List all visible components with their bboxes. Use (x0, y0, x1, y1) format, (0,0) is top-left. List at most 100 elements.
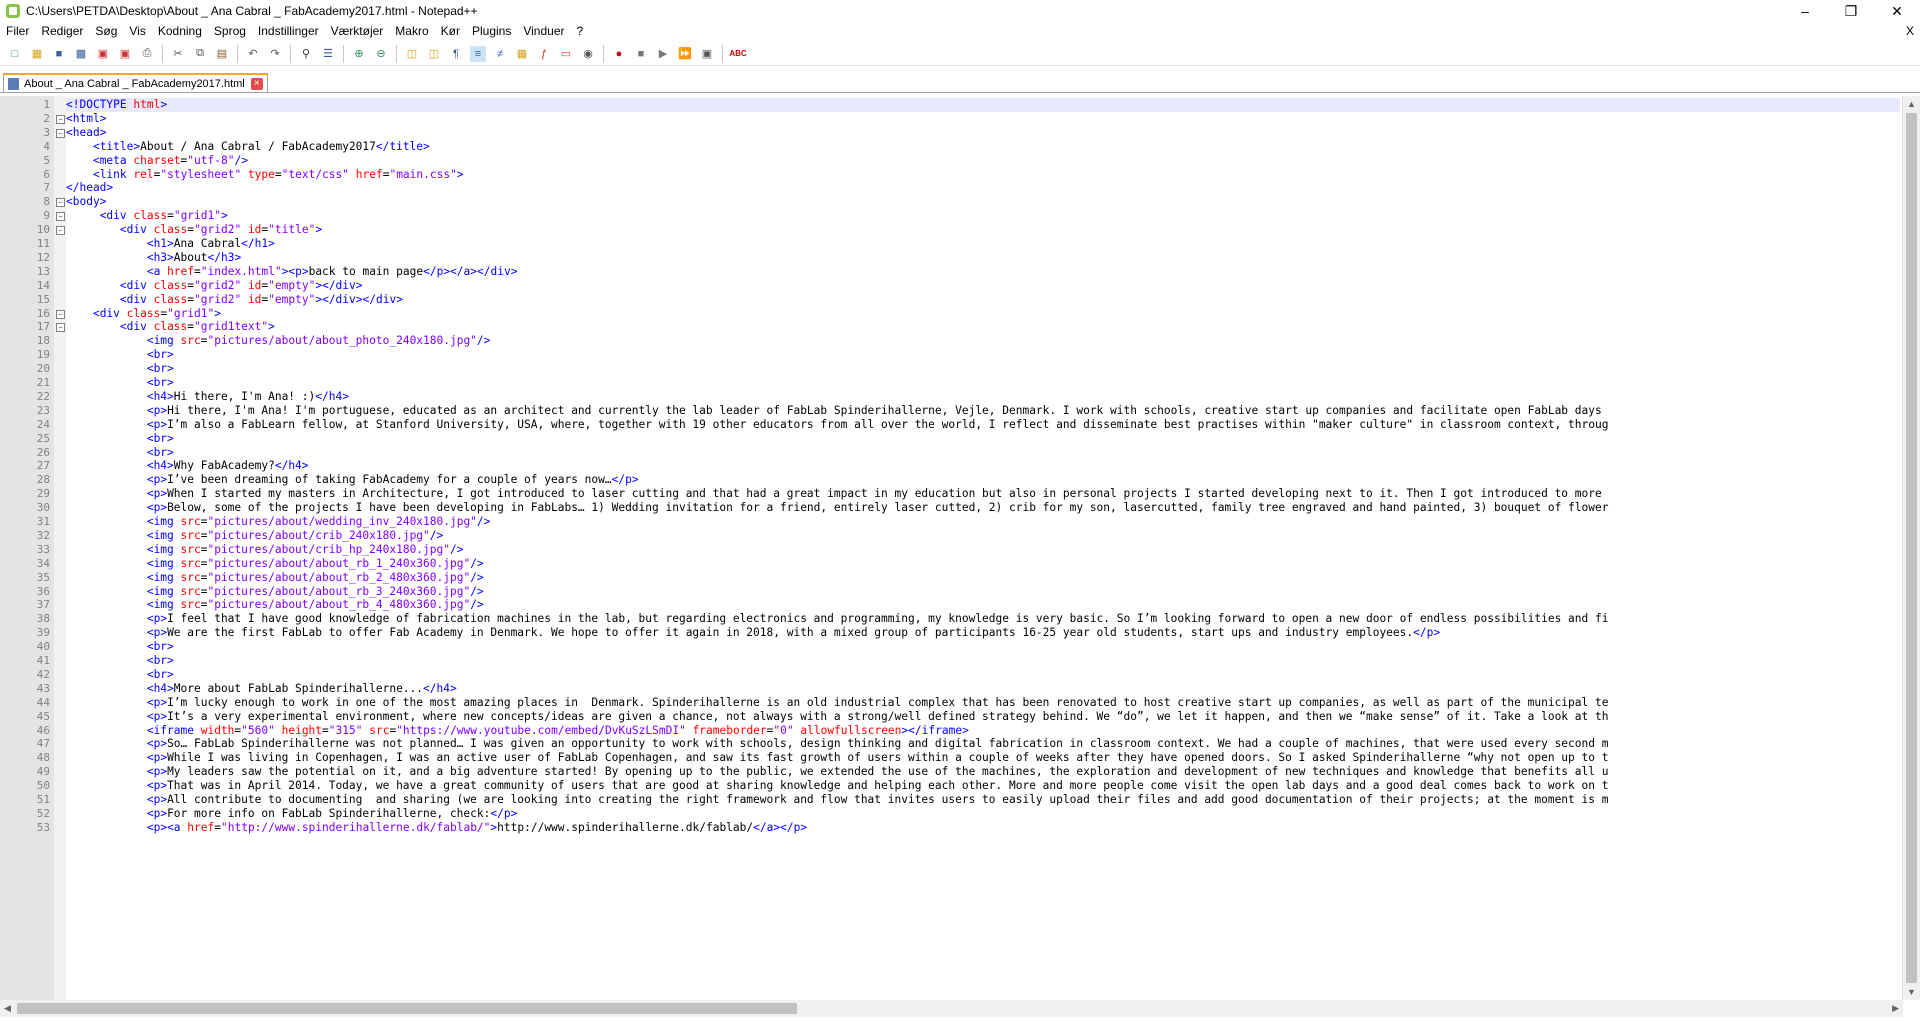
word-wrap-icon[interactable]: ¶ (448, 46, 464, 62)
paste-icon[interactable]: ▤ (214, 46, 230, 62)
code-line[interactable]: <title>About / Ana Cabral / FabAcademy20… (66, 140, 1900, 154)
show-all-chars-icon[interactable]: ≠ (492, 46, 508, 62)
code-line[interactable]: <p>All contribute to documenting and sha… (66, 793, 1900, 807)
folder-workspace-icon[interactable]: ▭ (558, 46, 574, 62)
code-line[interactable]: <br> (66, 432, 1900, 446)
code-line[interactable]: <br> (66, 362, 1900, 376)
save-macro-icon[interactable]: ▣ (699, 46, 715, 62)
code-line[interactable]: <p><a href="http://www.spinderihallerne.… (66, 821, 1900, 835)
code-line[interactable]: <img src="pictures/about/about_rb_4_480x… (66, 598, 1900, 612)
editor[interactable]: 1 2 3 4 5 6 7 8 9 10 11 12 13 14 15 16 17 18 19 20 21 22 23 24 2… (0, 96, 1920, 1000)
code-line[interactable]: <p>We are the first FabLab to offer Fab … (66, 626, 1900, 640)
code-line[interactable]: <body> (66, 195, 1900, 209)
fold-toggle-icon[interactable]: − (56, 114, 65, 124)
new-file-icon[interactable]: □ (7, 46, 23, 62)
menu-search[interactable]: Søg (89, 22, 123, 41)
save-all-icon[interactable]: ▩ (73, 46, 89, 62)
tab-close-icon[interactable]: × (250, 77, 263, 90)
code-area[interactable]: <!DOCTYPE html> <html> <head> <title>About… (66, 96, 1900, 1000)
code-line[interactable]: <div class="grid2" id="empty"></div> (66, 279, 1900, 293)
menu-file[interactable]: Filer (0, 22, 35, 41)
code-line[interactable]: <p>Below, some of the projects I have be… (66, 501, 1900, 515)
print-icon[interactable]: ⎙ (139, 46, 155, 62)
menu-language[interactable]: Sprog (208, 22, 252, 41)
code-line[interactable]: <div class="grid2" id="title"> (66, 223, 1900, 237)
close-button[interactable]: ✕ (1874, 0, 1920, 22)
code-line[interactable]: <p>Hi there, I'm Ana! I'm portuguese, ed… (66, 404, 1900, 418)
code-line[interactable]: <img src="pictures/about/wedding_inv_240… (66, 515, 1900, 529)
code-line[interactable]: </head> (66, 181, 1900, 195)
horizontal-scroll-thumb[interactable] (17, 1003, 797, 1014)
code-line[interactable]: <p>I’m lucky enough to work in one of th… (66, 696, 1900, 710)
close-document-button[interactable]: X (1906, 22, 1914, 41)
save-icon[interactable]: ■ (51, 46, 67, 62)
fold-toggle-icon[interactable]: − (56, 198, 65, 208)
code-line[interactable]: <img src="pictures/about/about_photo_240… (66, 334, 1900, 348)
minimize-button[interactable]: – (1782, 0, 1828, 22)
code-line[interactable]: <div class="grid1text"> (66, 320, 1900, 334)
cut-icon[interactable]: ✂ (170, 46, 186, 62)
menu-tools[interactable]: Værktøjer (325, 22, 390, 41)
copy-icon[interactable]: ⧉ (192, 46, 208, 62)
code-line[interactable]: <p>I’ve been dreaming of taking FabAcade… (66, 473, 1900, 487)
tab-about-html[interactable]: About _ Ana Cabral _ FabAcademy2017.html… (3, 73, 268, 92)
code-line[interactable]: <p>That was in April 2014. Today, we hav… (66, 779, 1900, 793)
code-line[interactable]: <img src="pictures/about/about_rb_1_240x… (66, 557, 1900, 571)
code-line[interactable]: <p>My leaders saw the potential on it, a… (66, 765, 1900, 779)
code-line[interactable]: <br> (66, 654, 1900, 668)
code-line[interactable]: <br> (66, 446, 1900, 460)
zoom-in-icon[interactable]: ⊕ (351, 46, 367, 62)
scroll-down-icon[interactable]: ▼ (1907, 987, 1916, 997)
spellcheck-icon[interactable]: ABC (729, 46, 746, 62)
code-line[interactable]: <html> (66, 112, 1900, 126)
code-line[interactable]: <img src="pictures/about/crib_hp_240x180… (66, 543, 1900, 557)
close-all-icon[interactable]: ▣ (117, 46, 133, 62)
code-line[interactable]: <br> (66, 668, 1900, 682)
menu-run[interactable]: Kør (435, 22, 466, 41)
code-line[interactable]: <head> (66, 126, 1900, 140)
sync-horizontal-icon[interactable]: ◫ (426, 46, 442, 62)
code-line[interactable]: <p>While I was living in Copenhagen, I w… (66, 751, 1900, 765)
code-line[interactable]: <br> (66, 376, 1900, 390)
menu-macro[interactable]: Makro (389, 22, 434, 41)
open-file-icon[interactable]: ▦ (29, 46, 45, 62)
code-line[interactable]: <p>I feel that I have good knowledge of … (66, 612, 1900, 626)
monitoring-icon[interactable]: ◉ (580, 46, 596, 62)
close-icon[interactable]: ▣ (95, 46, 111, 62)
restore-button[interactable]: ❐ (1828, 0, 1874, 22)
fold-toggle-icon[interactable]: − (56, 128, 65, 138)
undo-icon[interactable]: ↶ (245, 46, 261, 62)
vertical-scrollbar[interactable]: ▲ ▼ (1902, 96, 1920, 1000)
fold-toggle-icon[interactable]: − (56, 309, 65, 319)
code-line[interactable]: <p>For more info on FabLab Spinderihalle… (66, 807, 1900, 821)
find-icon[interactable]: ⚲ (298, 46, 314, 62)
code-line[interactable]: <meta charset="utf-8"/> (66, 154, 1900, 168)
code-line[interactable]: <h1>Ana Cabral</h1> (66, 237, 1900, 251)
fold-toggle-icon[interactable]: − (56, 323, 65, 333)
scroll-left-icon[interactable]: ◀ (4, 1003, 11, 1014)
code-line[interactable]: <img src="pictures/about/about_rb_3_240x… (66, 585, 1900, 599)
code-line[interactable]: <br> (66, 348, 1900, 362)
menu-view[interactable]: Vis (123, 22, 151, 41)
code-line[interactable]: <div class="grid1"> (66, 307, 1900, 321)
code-line[interactable]: <h3>About</h3> (66, 251, 1900, 265)
menu-plugins[interactable]: Plugins (466, 22, 517, 41)
indent-guide-icon[interactable]: ≡ (470, 45, 486, 62)
vertical-scroll-thumb[interactable] (1906, 113, 1917, 983)
code-line[interactable]: <div class="grid1"> (66, 209, 1900, 223)
menu-window[interactable]: Vinduer (517, 22, 570, 41)
sync-vertical-icon[interactable]: ◫ (404, 46, 420, 62)
code-line[interactable]: <p>When I started my masters in Architec… (66, 487, 1900, 501)
menu-settings[interactable]: Indstillinger (252, 22, 325, 41)
function-list-icon[interactable]: ƒ (536, 46, 552, 62)
doc-map-icon[interactable]: ▦ (514, 46, 530, 62)
play-macro-icon[interactable]: ▶ (655, 46, 671, 62)
redo-icon[interactable]: ↷ (267, 46, 283, 62)
code-line[interactable]: <p>So… FabLab Spinderihallerne was not p… (66, 737, 1900, 751)
zoom-out-icon[interactable]: ⊖ (373, 46, 389, 62)
code-line[interactable]: <h4>More about FabLab Spinderihallerne..… (66, 682, 1900, 696)
code-line[interactable]: <p>It’s a very experimental environment,… (66, 710, 1900, 724)
menu-edit[interactable]: Rediger (35, 22, 89, 41)
run-macro-multiple-icon[interactable]: ⏩ (677, 46, 693, 62)
horizontal-scrollbar[interactable]: ◀ ▶ (0, 1000, 1903, 1017)
